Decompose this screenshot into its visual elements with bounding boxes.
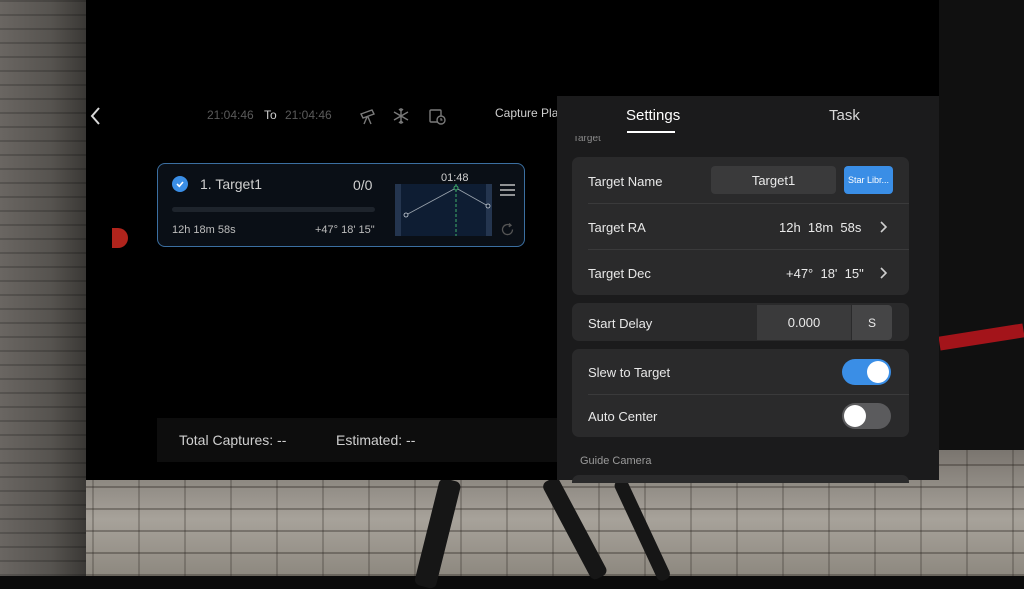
background-dark-wall <box>939 0 1024 450</box>
target-card-count: 0/0 <box>353 177 373 193</box>
chevron-right-icon[interactable] <box>878 220 888 234</box>
target-dec-value[interactable]: +47° 18' 15" <box>786 266 864 281</box>
estimated-time: Estimated: -- <box>336 432 416 448</box>
back-button[interactable] <box>86 104 106 128</box>
checkmark-icon[interactable] <box>172 176 188 192</box>
snowflake-icon[interactable] <box>391 106 411 126</box>
target-ra-value[interactable]: 12h 18m 58s <box>779 220 861 235</box>
tab-active-indicator <box>627 131 675 133</box>
target-card-dec: +47° 18' 15" <box>315 224 375 236</box>
toggle-knob <box>867 361 889 383</box>
divider <box>588 394 909 395</box>
start-time[interactable]: 21:04:46 <box>207 108 254 122</box>
chevron-left-icon <box>90 107 100 125</box>
start-delay-label: Start Delay <box>588 316 653 331</box>
target-name-input[interactable]: Target1 <box>711 166 836 194</box>
calendar-clock-icon[interactable] <box>427 106 447 126</box>
target-ra-label: Target RA <box>588 220 646 235</box>
background-brick-wall <box>0 0 86 576</box>
divider <box>588 249 909 250</box>
total-captures: Total Captures: -- <box>179 432 287 448</box>
to-label: To <box>264 108 277 122</box>
target-name-label: Target Name <box>588 174 663 189</box>
hamburger-menu-icon[interactable] <box>500 183 515 196</box>
auto-center-toggle[interactable] <box>842 403 891 429</box>
slew-to-target-toggle[interactable] <box>842 359 891 385</box>
star-library-button[interactable]: Star Libr... <box>844 166 893 194</box>
target-card-name: 1. Target1 <box>200 176 263 192</box>
guide-camera-group <box>572 475 909 483</box>
auto-center-label: Auto Center <box>588 409 658 424</box>
toggle-knob <box>844 405 866 427</box>
capture-plan-title[interactable]: Capture Plan <box>495 106 565 120</box>
altitude-chart-time: 01:48 <box>441 172 469 184</box>
altitude-mini-chart <box>395 184 492 236</box>
telescope-icon[interactable] <box>358 106 378 126</box>
section-header-target: Target <box>573 136 601 144</box>
slew-to-target-label: Slew to Target <box>588 365 671 380</box>
start-delay-unit: S <box>852 305 892 340</box>
target-dec-label: Target Dec <box>588 266 651 281</box>
end-time[interactable]: 21:04:46 <box>285 108 332 122</box>
tab-settings[interactable]: Settings <box>626 107 680 124</box>
section-header-guide-camera: Guide Camera <box>580 455 652 467</box>
target-card-ra: 12h 18m 58s <box>172 224 236 236</box>
chevron-right-icon[interactable] <box>878 266 888 280</box>
divider <box>588 203 909 204</box>
start-delay-input[interactable]: 0.000 <box>757 305 851 340</box>
refresh-icon[interactable] <box>500 222 515 237</box>
tab-task[interactable]: Task <box>829 107 860 124</box>
target-progress-bar <box>172 207 375 212</box>
